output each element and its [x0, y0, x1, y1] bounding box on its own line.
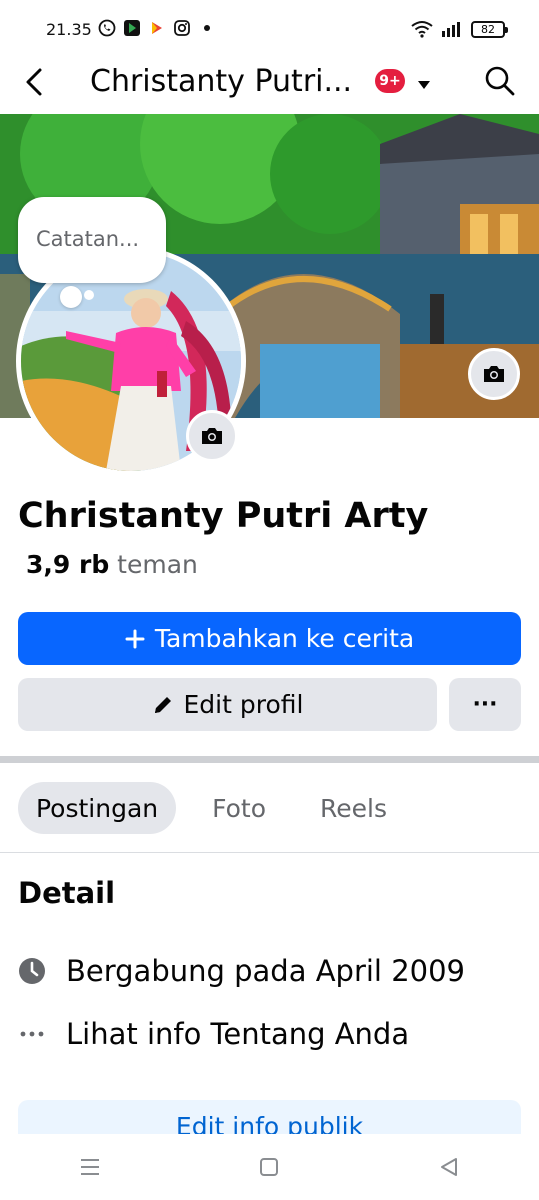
- note-bubble-tail-small: [84, 290, 94, 300]
- details-heading: Detail: [18, 876, 116, 910]
- signal-icon: [442, 22, 460, 37]
- home-square-icon: [260, 1158, 279, 1176]
- add-to-story-button[interactable]: Tambahkan ke cerita: [18, 612, 521, 665]
- friends-label: teman: [117, 550, 198, 579]
- back-triangle-icon: [441, 1158, 458, 1176]
- tab-reels[interactable]: Reels: [302, 782, 405, 834]
- nav-back-button[interactable]: [429, 1147, 469, 1187]
- more-notifications-dot: [204, 25, 210, 31]
- friends-number: 3,9 rb: [26, 550, 110, 579]
- profile-tabs: Postingan Foto Reels: [18, 782, 405, 834]
- section-divider: [0, 756, 539, 763]
- header-title: Christanty Putri...: [90, 64, 353, 99]
- status-bar: 21.35 82: [0, 0, 539, 58]
- recents-button[interactable]: [70, 1147, 110, 1187]
- about-text: Lihat info Tentang Anda: [66, 1017, 410, 1051]
- camera-icon: [484, 366, 504, 382]
- tabs-divider: [0, 852, 539, 853]
- note-bubble[interactable]: Catatan...: [18, 197, 166, 283]
- search-icon: [485, 66, 515, 96]
- notification-badge[interactable]: 9+: [375, 69, 405, 93]
- friends-count[interactable]: 3,9 rb teman: [26, 550, 198, 579]
- wifi-icon: [411, 21, 433, 38]
- note-bubble-tail: [60, 286, 82, 308]
- status-right: 82: [411, 20, 508, 38]
- profile-name: Christanty Putri Arty: [18, 496, 429, 536]
- back-button[interactable]: [20, 66, 52, 98]
- edit-cover-photo-button[interactable]: [468, 348, 520, 400]
- search-button[interactable]: [483, 64, 517, 98]
- account-switch-button[interactable]: [416, 76, 432, 89]
- camera-icon: [202, 428, 222, 444]
- system-nav-bar: [0, 1134, 539, 1200]
- more-options-icon: ···: [472, 692, 498, 717]
- play-games-icon: [148, 19, 166, 37]
- clock-icon: [18, 957, 46, 985]
- home-button[interactable]: [249, 1147, 289, 1187]
- pencil-icon: [154, 696, 171, 713]
- about-row[interactable]: Lihat info Tentang Anda: [18, 1017, 409, 1051]
- tab-postingan[interactable]: Postingan: [18, 782, 177, 834]
- status-time: 21.35: [46, 20, 92, 39]
- joined-row: Bergabung pada April 2009: [18, 954, 465, 988]
- menu-lines-icon: [80, 1159, 99, 1175]
- edit-profile-button[interactable]: Edit profil: [18, 678, 437, 731]
- plus-icon: [125, 629, 145, 648]
- add-to-story-label: Tambahkan ke cerita: [154, 624, 415, 653]
- edit-profile-picture-button[interactable]: [186, 410, 238, 462]
- whatsapp-icon: [98, 19, 116, 37]
- play-store-icon: [123, 19, 141, 37]
- status-app-icons: [98, 19, 210, 37]
- tab-foto[interactable]: Foto: [194, 782, 284, 834]
- more-dots-icon: [18, 1020, 46, 1048]
- caret-down-icon: [418, 81, 430, 89]
- note-placeholder: Catatan...: [36, 227, 140, 251]
- instagram-icon: [173, 19, 191, 37]
- back-arrow-icon: [26, 68, 42, 96]
- edit-profile-label: Edit profil: [183, 690, 304, 719]
- battery-icon: 82: [471, 20, 508, 38]
- top-header: Christanty Putri... 9+: [0, 58, 539, 114]
- joined-text: Bergabung pada April 2009: [66, 954, 466, 988]
- more-options-button[interactable]: ···: [449, 678, 521, 731]
